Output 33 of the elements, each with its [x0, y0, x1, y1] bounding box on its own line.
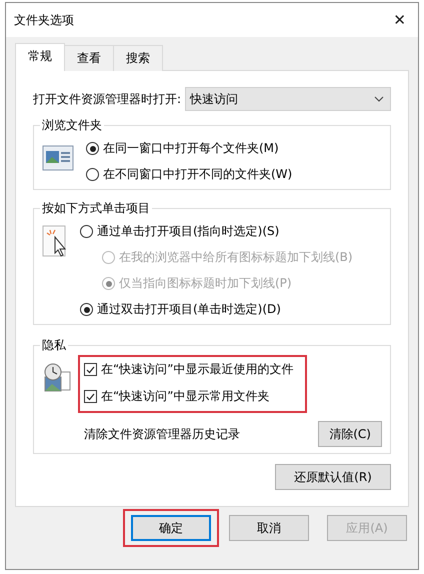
clear-history-label: 清除文件资源管理器历史记录	[84, 426, 240, 442]
checkbox-label: 在“快速访问”中显示常用文件夹	[101, 388, 270, 405]
option-label: 通过单击打开项目(指向时选定)(S)	[97, 223, 280, 240]
clock-document-icon	[42, 362, 72, 394]
checkbox[interactable]	[84, 390, 97, 403]
window-title: 文件夹选项	[14, 12, 74, 28]
close-button[interactable]: ✕	[389, 11, 410, 29]
option-label: 在同一窗口中打开每个文件夹(M)	[103, 140, 279, 157]
option-label: 在我的浏览器中给所有图标标题加下划线(B)	[119, 249, 353, 266]
restore-defaults-button[interactable]: 还原默认值(R)	[275, 464, 391, 490]
group-title: 浏览文件夹	[41, 117, 103, 134]
open-label: 打开文件资源管理器时打开:	[33, 90, 182, 108]
radio-button[interactable]	[80, 303, 93, 316]
radio-button[interactable]	[86, 142, 99, 155]
option-label: 通过双击打开项目(单击时选定)(D)	[97, 301, 281, 318]
tab[interactable]: 常规	[15, 43, 65, 71]
group-title: 按如下方式单击项目	[41, 200, 151, 217]
open-dropdown[interactable]: 快速访问	[185, 87, 391, 111]
group-title: 隐私	[41, 337, 67, 354]
cursor-page-icon	[42, 225, 68, 259]
tab[interactable]: 搜索	[113, 45, 163, 71]
clear-button[interactable]: 清除(C)	[318, 421, 382, 447]
dialog-button[interactable]: 取消	[229, 515, 309, 541]
chevron-icon	[374, 96, 384, 102]
checkbox[interactable]	[84, 363, 97, 376]
checkbox-label: 在“快速访问”中显示最近使用的文件	[101, 361, 294, 378]
radio-button[interactable]	[80, 225, 93, 238]
option-label: 仅当指向图标标题时加下划线(P)	[119, 275, 292, 292]
tab[interactable]: 查看	[64, 45, 114, 71]
radio-button[interactable]	[86, 168, 99, 181]
window-icon	[42, 144, 74, 172]
dialog-button[interactable]: 确定	[131, 515, 211, 541]
option-label: 在不同窗口中打开不同的文件夹(W)	[103, 166, 292, 183]
